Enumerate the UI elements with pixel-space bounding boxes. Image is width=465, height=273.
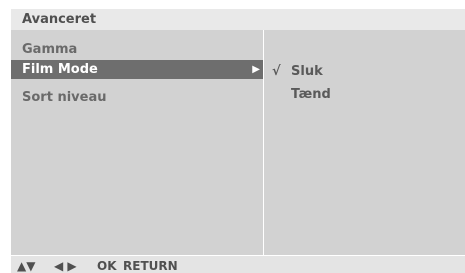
return-hint: RETURN [123, 259, 178, 273]
menu-item-gamma[interactable]: Gamma [11, 40, 263, 59]
ok-hint: OK [97, 259, 117, 273]
option-sluk[interactable]: Sluk [291, 62, 323, 81]
menu-item-film-mode[interactable]: Film Mode ▶ [11, 60, 263, 79]
menu-item-label: Gamma [22, 42, 78, 57]
left-right-arrows-icon: ◀ ▶ [54, 259, 77, 273]
check-mark-icon: √ [272, 64, 281, 79]
menu-panel: Gamma Film Mode ▶ Sort niveau [11, 30, 263, 255]
up-down-arrows-icon: ▲▼ [17, 259, 36, 273]
menu-item-sort-niveau[interactable]: Sort niveau [11, 88, 263, 107]
menu-title: Avanceret [11, 9, 465, 30]
tv-osd-screen: Avanceret Gamma Film Mode ▶ Sort niveau … [0, 0, 465, 273]
option-taend[interactable]: Tænd [291, 85, 331, 104]
help-bar: ▲▼ ◀ ▶ OK RETURN [11, 256, 465, 273]
submenu-arrow-icon: ▶ [252, 64, 260, 75]
submenu-panel: √ Sluk Tænd [264, 30, 465, 255]
menu-item-label: Sort niveau [22, 90, 107, 105]
menu-item-label: Film Mode [22, 62, 98, 77]
